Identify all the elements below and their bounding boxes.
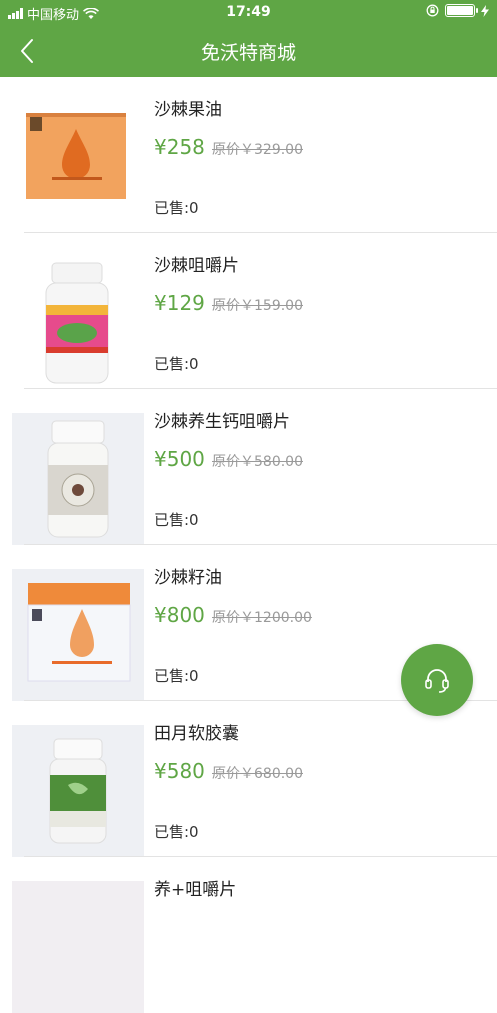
- rotation-lock-icon: [426, 4, 439, 17]
- product-image: [12, 725, 144, 857]
- status-right: [426, 4, 489, 17]
- product-name: 田月软胶囊: [154, 724, 239, 744]
- product-item[interactable]: 田月软胶囊 ¥580 原价￥680.00 已售:0: [0, 701, 497, 857]
- product-image: [12, 881, 144, 1013]
- product-original-price: 原价￥1200.00: [212, 610, 312, 626]
- page-title: 免沃特商城: [200, 42, 296, 64]
- nav-bar: 免沃特商城: [0, 24, 497, 77]
- product-price: ¥800: [154, 603, 205, 627]
- product-price: ¥580: [154, 759, 205, 783]
- product-name: 沙棘咀嚼片: [154, 256, 239, 276]
- product-item[interactable]: 沙棘果油 ¥258 原价￥329.00 已售:0: [0, 77, 497, 233]
- product-price: ¥129: [154, 291, 205, 315]
- product-name: 沙棘果油: [154, 100, 222, 120]
- product-item[interactable]: 养+咀嚼片: [0, 857, 497, 1013]
- product-item[interactable]: 沙棘咀嚼片 ¥129 原价￥159.00 已售:0: [0, 233, 497, 389]
- product-sold-count: 已售:0: [154, 355, 199, 373]
- product-price: ¥258: [154, 135, 205, 159]
- product-original-price: 原价￥680.00: [212, 766, 303, 782]
- battery-icon: [445, 4, 478, 17]
- product-image: [12, 257, 144, 389]
- product-sold-count: 已售:0: [154, 511, 199, 529]
- product-original-price: 原价￥580.00: [212, 454, 303, 470]
- product-image: [12, 569, 144, 701]
- product-name: 养+咀嚼片: [154, 880, 237, 900]
- product-item[interactable]: 沙棘养生钙咀嚼片 ¥500 原价￥580.00 已售:0: [0, 389, 497, 545]
- product-image: [12, 413, 144, 545]
- product-sold-count: 已售:0: [154, 823, 199, 841]
- customer-service-button[interactable]: [401, 644, 473, 716]
- product-original-price: 原价￥159.00: [212, 298, 303, 314]
- product-name: 沙棘养生钙咀嚼片: [154, 412, 290, 432]
- product-image: [12, 101, 144, 233]
- product-name: 沙棘籽油: [154, 568, 222, 588]
- product-price: ¥500: [154, 447, 205, 471]
- status-bar: 中国移动 17:49: [0, 0, 497, 24]
- status-time: 17:49: [226, 4, 271, 20]
- product-sold-count: 已售:0: [154, 199, 199, 217]
- product-list: 沙棘果油 ¥258 原价￥329.00 已售:0 沙棘咀嚼片 ¥129 原价￥1…: [0, 77, 497, 1013]
- product-original-price: 原价￥329.00: [212, 142, 303, 158]
- charging-icon: [481, 4, 489, 17]
- product-sold-count: 已售:0: [154, 667, 199, 685]
- headset-icon: [425, 669, 449, 693]
